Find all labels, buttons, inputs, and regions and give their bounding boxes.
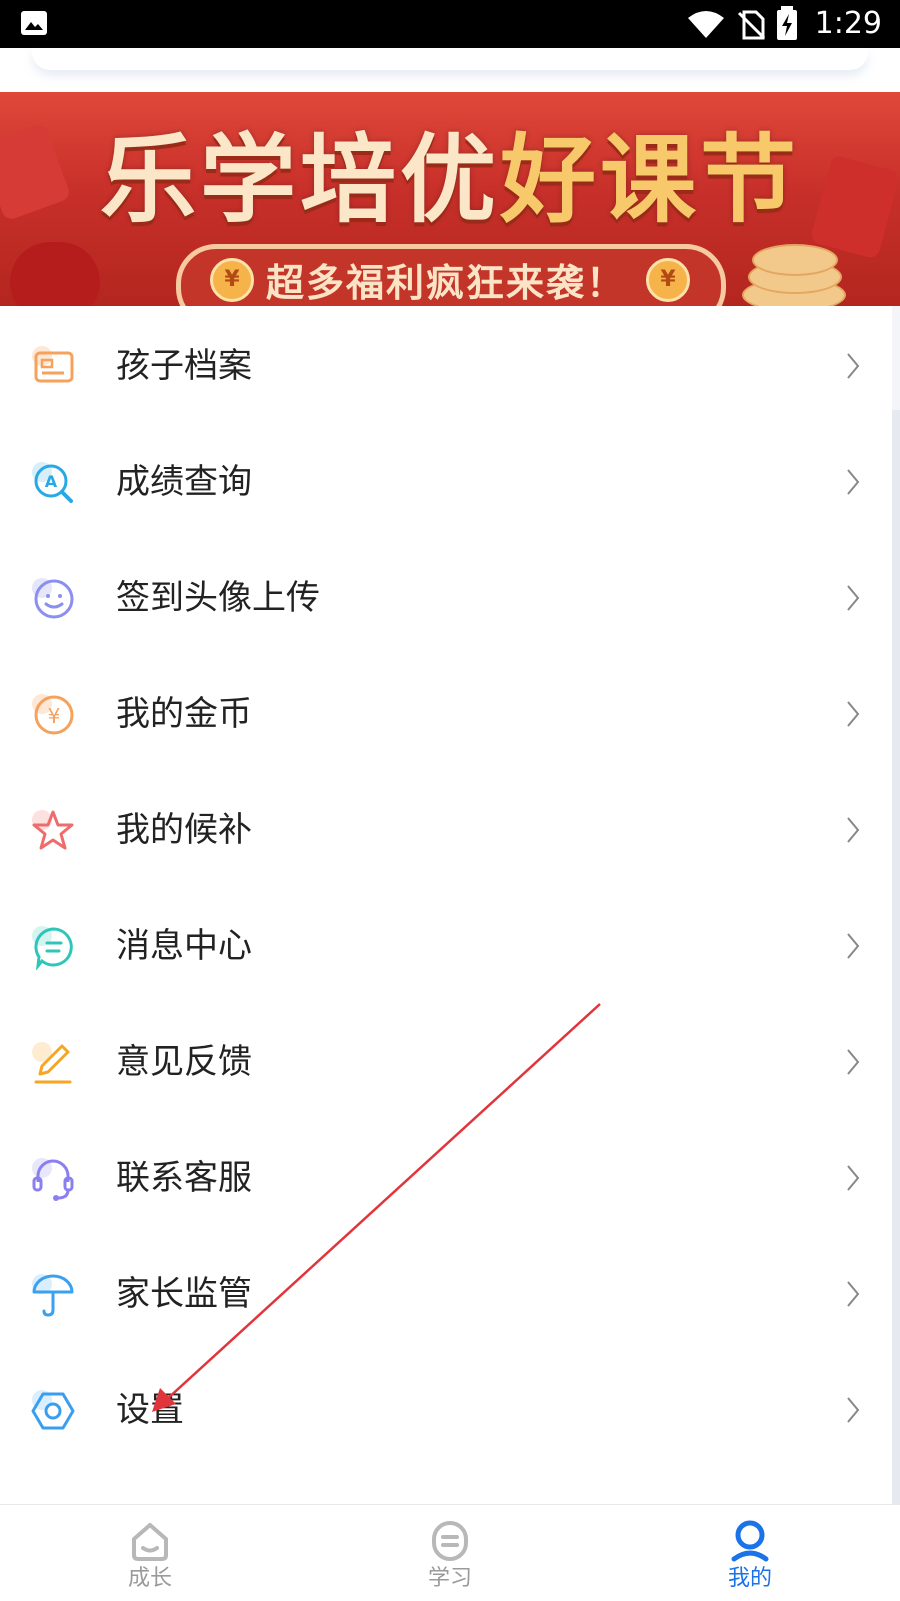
umbrella-icon xyxy=(32,1274,74,1317)
menu-item-label: 家长监管 xyxy=(116,1274,252,1314)
gallery-notification-icon xyxy=(21,11,47,35)
menu-item-label: 孩子档案 xyxy=(116,346,252,386)
profile-menu: 孩子档案 A 成绩查询 签到头像上传 ¥ 我的金币 我的候补 消息中心 意见反馈… xyxy=(0,306,892,1504)
chevron-right-icon xyxy=(847,1281,860,1307)
chevron-right-icon xyxy=(847,1165,860,1191)
chevron-right-icon xyxy=(847,701,860,727)
menu-item-label: 我的候补 xyxy=(116,810,252,850)
banner-subtitle: 超多福利疯狂来袭！ xyxy=(266,261,627,305)
status-time: 1:29 xyxy=(814,6,882,41)
user-icon xyxy=(731,1520,769,1562)
menu-item-label: 联系客服 xyxy=(116,1158,252,1198)
coin-icon: ¥ xyxy=(646,258,690,302)
home-icon xyxy=(132,1523,168,1561)
gear-icon xyxy=(31,1390,75,1430)
star-icon xyxy=(32,810,74,850)
menu-item-child-profile[interactable]: 孩子档案 xyxy=(0,306,892,424)
menu-item-message-center[interactable]: 消息中心 xyxy=(0,886,892,1004)
banner-title: 乐学培优好课节 xyxy=(100,124,800,236)
menu-item-feedback[interactable]: 意见反馈 xyxy=(0,1002,892,1120)
chevron-right-icon xyxy=(847,817,860,843)
chevron-right-icon xyxy=(847,353,860,379)
coin-icon: ¥ xyxy=(210,258,254,302)
tab-label: 学习 xyxy=(427,1566,472,1591)
header-card xyxy=(32,48,868,70)
message-icon xyxy=(32,926,73,970)
menu-item-grade-query[interactable]: A 成绩查询 xyxy=(0,422,892,540)
battery-charging-icon xyxy=(777,6,797,40)
grade-search-icon: A xyxy=(32,462,73,503)
menu-item-label: 消息中心 xyxy=(116,926,252,966)
coin-icon: ¥ xyxy=(32,694,74,735)
bottom-nav: 成长 学习 我的 xyxy=(0,1504,900,1601)
menu-item-my-coins[interactable]: ¥ 我的金币 xyxy=(0,654,892,772)
menu-item-label: 成绩查询 xyxy=(116,462,252,502)
study-icon xyxy=(432,1521,468,1561)
smiley-icon xyxy=(32,578,74,619)
chevron-right-icon xyxy=(847,469,860,495)
chevron-right-icon xyxy=(847,585,860,611)
tab-growth[interactable]: 成长 xyxy=(0,1505,300,1601)
menu-item-label: 我的金币 xyxy=(116,694,252,734)
chevron-right-icon xyxy=(847,933,860,959)
chevron-right-icon xyxy=(847,1049,860,1075)
scrollbar-track[interactable] xyxy=(892,410,900,1504)
pencil-icon xyxy=(32,1042,72,1084)
coin-stack-decoration xyxy=(752,244,838,276)
promo-banner[interactable]: 乐学培优好课节 ¥ ¥ 超多福利疯狂来袭！ xyxy=(0,92,900,306)
tab-mine[interactable]: 我的 xyxy=(600,1505,900,1601)
menu-item-label: 设置 xyxy=(116,1390,184,1430)
tab-study[interactable]: 学习 xyxy=(300,1505,600,1601)
menu-item-label: 签到头像上传 xyxy=(116,578,320,618)
menu-item-label: 意见反馈 xyxy=(116,1042,252,1082)
no-sim-icon xyxy=(737,10,766,40)
menu-item-settings[interactable]: 设置 xyxy=(0,1350,892,1468)
menu-item-customer-service[interactable]: 联系客服 xyxy=(0,1118,892,1236)
menu-item-parental-control[interactable]: 家长监管 xyxy=(0,1234,892,1352)
chevron-right-icon xyxy=(847,1397,860,1423)
red-envelope-decoration xyxy=(10,242,100,306)
menu-item-avatar-upload[interactable]: 签到头像上传 xyxy=(0,538,892,656)
profile-card-icon xyxy=(32,346,74,383)
status-bar: 1:29 xyxy=(0,0,900,48)
tab-label: 我的 xyxy=(727,1566,772,1591)
svg-text:A: A xyxy=(45,472,58,491)
svg-text:¥: ¥ xyxy=(48,704,61,728)
wifi-icon xyxy=(688,11,724,38)
menu-item-my-waitlist[interactable]: 我的候补 xyxy=(0,770,892,888)
tab-label: 成长 xyxy=(127,1566,172,1591)
headset-icon xyxy=(32,1158,74,1201)
